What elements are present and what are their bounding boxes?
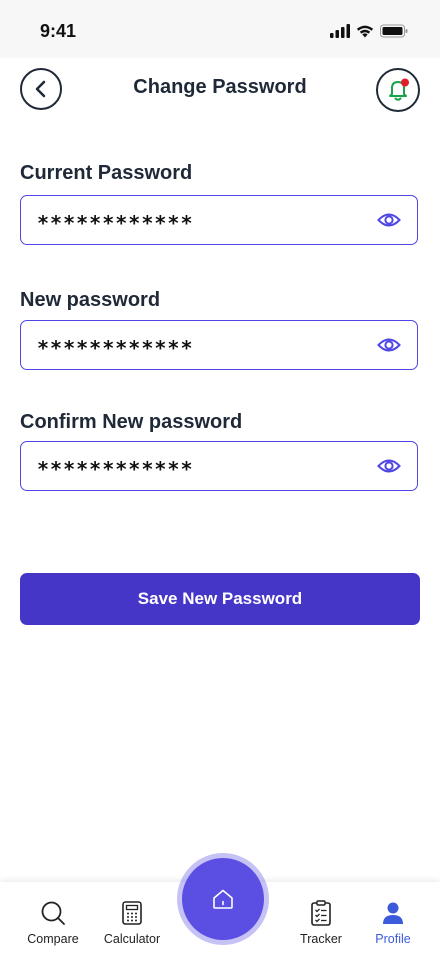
wifi-icon xyxy=(356,25,374,38)
confirm-password-field[interactable]: ************ xyxy=(20,441,418,491)
calculator-icon xyxy=(122,901,142,925)
confirm-password-value: ************ xyxy=(37,457,194,481)
status-icons xyxy=(330,24,408,38)
status-time: 9:41 xyxy=(40,21,77,41)
tab-profile-label: Profile xyxy=(375,932,411,946)
tab-calculator[interactable]: Calculator xyxy=(97,900,167,946)
eye-icon[interactable] xyxy=(377,456,401,476)
confirm-password-label: Confirm New password xyxy=(20,411,243,433)
status-bar: 9:41 xyxy=(0,0,440,58)
header: Change Password xyxy=(0,58,440,120)
new-password-value: ************ xyxy=(37,336,194,360)
tab-tracker[interactable]: Tracker xyxy=(286,900,356,946)
eye-icon[interactable] xyxy=(377,210,401,230)
home-icon xyxy=(213,889,233,909)
current-password-value: ************ xyxy=(37,211,194,235)
clipboard-icon xyxy=(311,900,331,926)
tab-compare-label: Compare xyxy=(27,932,79,946)
tab-calculator-label: Calculator xyxy=(103,932,161,946)
tab-compare[interactable]: Compare xyxy=(18,900,88,946)
search-icon xyxy=(41,901,65,925)
new-password-field[interactable]: ************ xyxy=(20,320,418,370)
bell-icon xyxy=(389,78,409,101)
current-password-label: Current Password xyxy=(20,162,193,184)
eye-icon[interactable] xyxy=(377,335,401,355)
user-icon xyxy=(383,902,403,924)
page-title: Change Password xyxy=(133,76,307,98)
save-new-password-button[interactable]: Save New Password xyxy=(20,573,420,625)
current-password-field[interactable]: ************ xyxy=(20,195,418,245)
notifications-button[interactable] xyxy=(376,68,420,112)
new-password-label: New password xyxy=(20,289,161,311)
tab-tracker-label: Tracker xyxy=(300,932,342,946)
signal-icon xyxy=(330,24,350,38)
battery-icon xyxy=(380,24,408,38)
tab-profile[interactable]: Profile xyxy=(358,900,428,946)
home-button[interactable] xyxy=(182,858,264,940)
